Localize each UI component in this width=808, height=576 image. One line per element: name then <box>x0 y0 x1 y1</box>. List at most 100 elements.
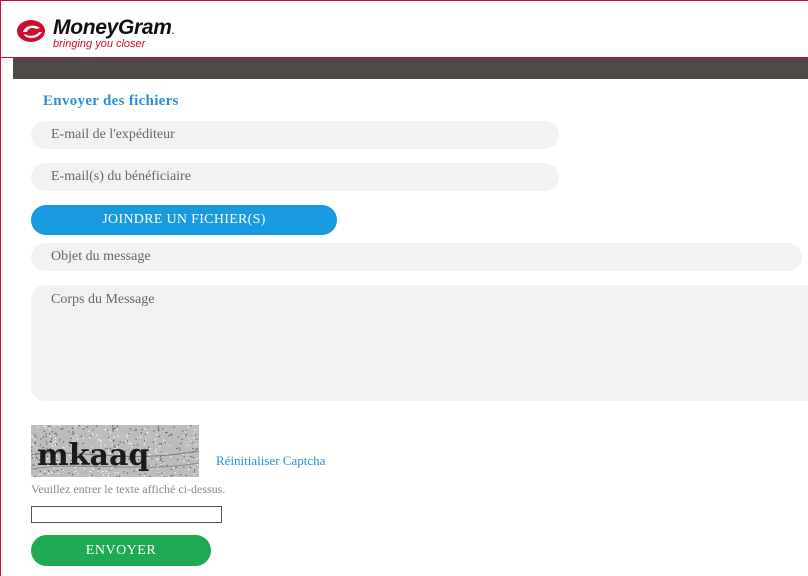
captcha-noise-dot <box>196 438 198 440</box>
captcha-noise-dot <box>168 435 170 437</box>
captcha-noise-dot <box>49 433 51 435</box>
sender-email-input[interactable] <box>31 121 559 149</box>
captcha-noise-dot <box>109 433 111 435</box>
captcha-noise-dot <box>39 473 41 475</box>
captcha-noise-dot <box>159 443 161 445</box>
captcha-noise-dot <box>48 472 50 475</box>
captcha-noise-dot <box>187 459 189 461</box>
captcha-noise-dot <box>71 473 74 476</box>
captcha-noise-dot <box>82 428 84 430</box>
captcha-noise-dot <box>170 475 172 477</box>
captcha-noise-dot <box>173 426 175 428</box>
captcha-noise-dot <box>196 458 198 461</box>
captcha-noise-dot <box>163 439 165 441</box>
captcha-noise-dot <box>128 432 130 434</box>
captcha-noise-dot <box>177 459 179 461</box>
captcha-noise-dot <box>150 465 152 467</box>
captcha-noise-dot <box>159 449 161 451</box>
message-body-textarea[interactable] <box>31 285 808 401</box>
captcha-noise-dot <box>193 466 195 468</box>
captcha-noise-dot <box>116 476 118 477</box>
captcha-noise-dot <box>193 433 195 435</box>
captcha-noise-dot <box>117 435 119 437</box>
captcha-noise-dot <box>109 474 111 476</box>
captcha-noise-dot <box>141 429 143 431</box>
captcha-noise-dot <box>178 447 180 449</box>
captcha-noise-dot <box>170 468 172 470</box>
captcha-noise-dot <box>160 443 162 445</box>
captcha-noise-dot <box>149 475 151 477</box>
captcha-noise-dot <box>43 425 45 427</box>
captcha-noise-dot <box>168 476 170 477</box>
captcha-noise-dot <box>160 459 162 461</box>
attach-file-button[interactable]: JOINDRE UN FICHIER(S) <box>31 205 337 235</box>
captcha-noise-dot <box>176 447 178 450</box>
captcha-noise-dot <box>163 462 165 464</box>
page-title: Envoyer des fichiers <box>43 93 179 109</box>
captcha-noise-dot <box>193 469 196 471</box>
captcha-noise-dot <box>162 428 164 430</box>
captcha-noise-dot <box>92 433 94 435</box>
captcha-noise-dot <box>181 438 183 440</box>
captcha-noise-dot <box>43 430 45 432</box>
moneygram-logo[interactable]: MoneyGram. bringing you closer <box>17 15 217 51</box>
captcha-noise-dot <box>75 426 77 428</box>
captcha-noise-dot <box>51 431 53 433</box>
captcha-noise-dot <box>192 448 194 450</box>
captcha-noise-dot <box>195 449 197 451</box>
recipient-email-input[interactable] <box>31 163 559 191</box>
captcha-noise-dot <box>144 433 146 435</box>
captcha-noise-dot <box>73 432 75 434</box>
captcha-noise-dot <box>188 469 190 471</box>
captcha-instruction: Veuillez entrer le texte affiché ci-dess… <box>31 482 226 496</box>
captcha-noise-dot <box>194 434 196 436</box>
captcha-noise-dot <box>183 466 185 468</box>
captcha-noise-dot <box>62 428 64 430</box>
captcha-noise-dot <box>60 428 62 430</box>
captcha-noise-dot <box>45 435 47 438</box>
captcha-noise-dot <box>185 433 187 435</box>
subject-input[interactable] <box>31 243 802 271</box>
captcha-noise-dot <box>105 428 107 431</box>
captcha-noise-dot <box>31 446 33 448</box>
captcha-noise-dot <box>96 425 98 427</box>
captcha-noise-dot <box>172 474 174 476</box>
brand-trademark-dot: . <box>171 27 174 36</box>
captcha-noise-dot <box>89 475 91 477</box>
captcha-noise-dot <box>180 442 182 445</box>
captcha-noise-dot <box>112 425 114 427</box>
captcha-noise-dot <box>185 430 187 432</box>
captcha-noise-dot <box>182 430 184 432</box>
captcha-noise-dot <box>149 448 151 450</box>
reset-captcha-link[interactable]: Réinitialiser Captcha <box>216 453 325 469</box>
captcha-noise-dot <box>157 468 159 470</box>
captcha-noise-dot <box>49 435 51 437</box>
captcha-noise-dot <box>33 466 35 468</box>
captcha-noise-dot <box>188 437 190 439</box>
captcha-noise-dot <box>166 464 168 467</box>
captcha-noise-dot <box>180 474 182 476</box>
captcha-noise-dot <box>151 458 153 460</box>
captcha-noise-dot <box>31 457 33 459</box>
captcha-noise-dot <box>187 426 189 428</box>
captcha-noise-dot <box>44 426 46 428</box>
captcha-noise-dot <box>163 476 165 477</box>
captcha-noise-dot <box>112 428 114 430</box>
captcha-noise-dot <box>154 438 157 441</box>
captcha-noise-dot <box>126 434 128 436</box>
captcha-noise-dot <box>88 430 90 432</box>
captcha-noise-dot <box>32 443 34 445</box>
captcha-noise-dot <box>48 425 50 427</box>
captcha-noise-dot <box>184 431 186 433</box>
captcha-noise-dot <box>48 428 50 430</box>
captcha-noise-dot <box>198 469 199 471</box>
captcha-noise-dot <box>155 463 157 465</box>
captcha-noise-dot <box>34 438 36 440</box>
captcha-input[interactable] <box>31 506 222 523</box>
captcha-noise-dot <box>108 473 110 475</box>
captcha-noise-dot <box>31 450 33 452</box>
captcha-noise-dot <box>144 473 146 475</box>
captcha-noise-dot <box>116 425 118 427</box>
send-button[interactable]: ENVOYER <box>31 535 211 566</box>
captcha-noise-dot <box>175 466 177 469</box>
